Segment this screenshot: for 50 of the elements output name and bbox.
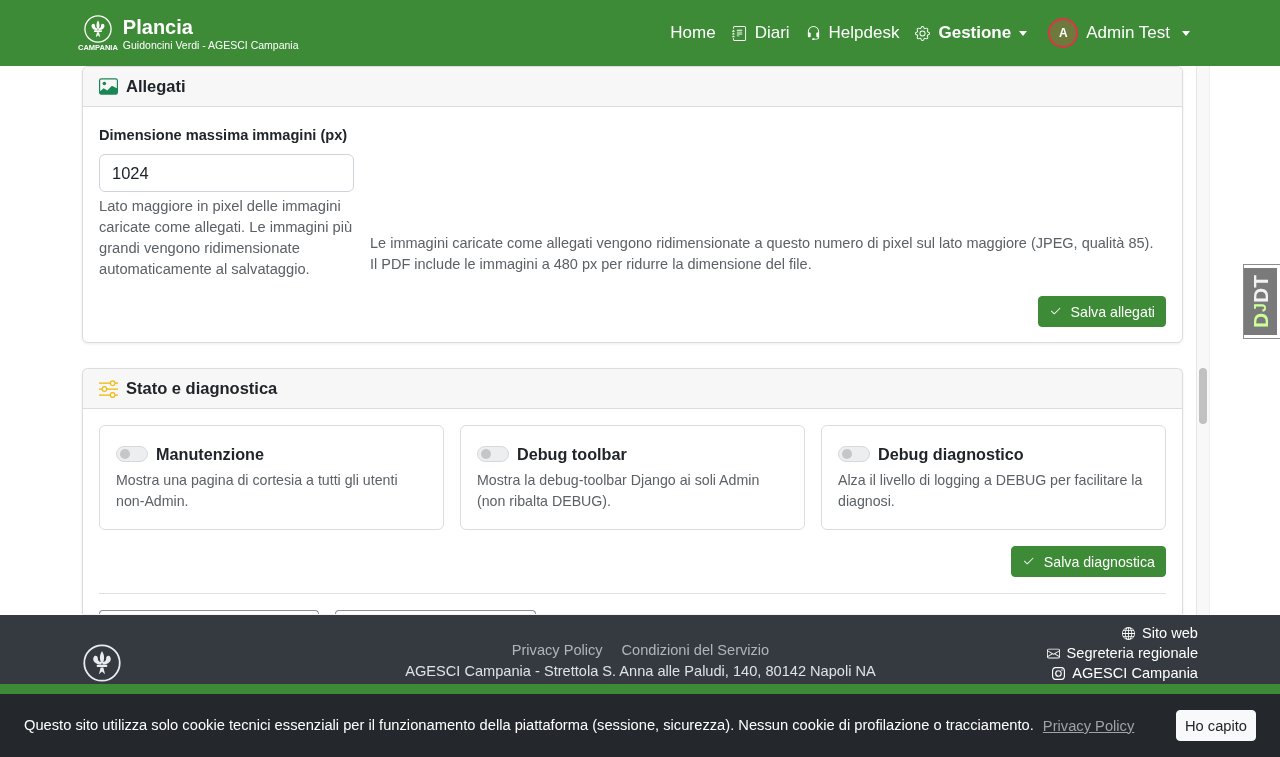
contact-link[interactable]: Sito web	[1122, 623, 1198, 643]
help-text: Lato maggiore in pixel delle immagini caricate come allegati. Le immagini più grandi vengono ridimensionate automaticamente al salvataggio.	[99, 197, 354, 279]
option-description: Alza il livello di logging a DEBUG per facilitare la diagnosi.	[838, 471, 1144, 511]
option-title: Debug diagnostico	[878, 444, 1024, 464]
privacy-link[interactable]: Privacy Policy	[1042, 717, 1135, 734]
option-title: Manutenzione	[156, 444, 264, 464]
nav-link[interactable]: Diari	[723, 17, 798, 49]
input-field[interactable]: 1024	[99, 154, 354, 192]
notebook-icon	[731, 25, 747, 41]
save-button[interactable]: Salva allegati	[1037, 296, 1166, 327]
image-icon	[99, 77, 118, 96]
globe-icon	[1122, 626, 1135, 640]
user-menu[interactable]: A Admin Test	[1048, 18, 1190, 48]
caret-icon	[1019, 30, 1028, 36]
accept-button[interactable]: Ho capito	[1175, 710, 1256, 741]
save-button[interactable]: Salva diagnostica	[1010, 546, 1166, 577]
contact-link[interactable]: AGESCI Campania	[1052, 663, 1198, 683]
toggle-switch[interactable]	[477, 446, 509, 462]
avatar: A	[1048, 18, 1079, 48]
envelope-icon	[1046, 646, 1060, 660]
option-description: Mostra la debug-toolbar Django ai soli Admin (non ribalta DEBUG).	[477, 471, 761, 511]
partial-button[interactable]	[335, 610, 536, 614]
toggle-switch[interactable]	[838, 446, 870, 462]
camera-icon	[1052, 666, 1066, 680]
option-description: Mostra una pagina di cortesia a tutti gli utenti non-Admin.	[116, 471, 399, 511]
app-title: Plancia	[122, 14, 194, 39]
debug-toolbar-handle[interactable]: DJDT	[1244, 265, 1280, 338]
scrollbar-thumb[interactable]	[1199, 368, 1207, 424]
footer-link[interactable]: Privacy Policy	[511, 640, 603, 661]
footer-link[interactable]: Condizioni del Servizio	[621, 640, 770, 661]
nav-link[interactable]: Gestione	[907, 17, 1036, 49]
field-label: Dimensione massima immagini (px)	[99, 126, 349, 145]
partial-button[interactable]	[99, 610, 319, 614]
toggle-switch[interactable]	[116, 446, 148, 462]
sliders-icon	[99, 379, 118, 398]
footer-address: AGESCI Campania - Strettola S. Anna alle Paludi, 140, 80142 Napoli NA	[405, 662, 876, 681]
caret-icon	[1182, 30, 1190, 36]
note-text: Le immagini caricate come allegati vengono ridimensionate a questo numero di pixel sul lato maggiore (JPEG, qualità 85). Il PDF include le immagini a 480 px per ridurre la dimensione del file.	[370, 234, 1155, 274]
cookie-message: Questo sito utilizza solo cookie tecnici essenziali per il funzionamento della piattaforma (sessione, sicurezza). Nessun cookie di profilazione o tracciamento.	[24, 716, 1034, 735]
settings-icon	[915, 25, 931, 41]
app-subtitle: Guidoncini Verdi - AGESCI Campania	[122, 38, 299, 52]
contact-link[interactable]: Segreteria regionale	[1046, 643, 1198, 663]
nav-link[interactable]: Home	[662, 17, 724, 49]
fleur-de-lis-logo	[83, 14, 112, 43]
headset-icon	[805, 25, 821, 41]
card-title: Allegati	[126, 77, 186, 96]
fleur-de-lis-logo	[83, 644, 121, 682]
card-title: Stato e diagnostica	[126, 379, 278, 398]
nav-link[interactable]: Helpdesk	[797, 17, 908, 49]
option-title: Debug toolbar	[517, 444, 627, 464]
